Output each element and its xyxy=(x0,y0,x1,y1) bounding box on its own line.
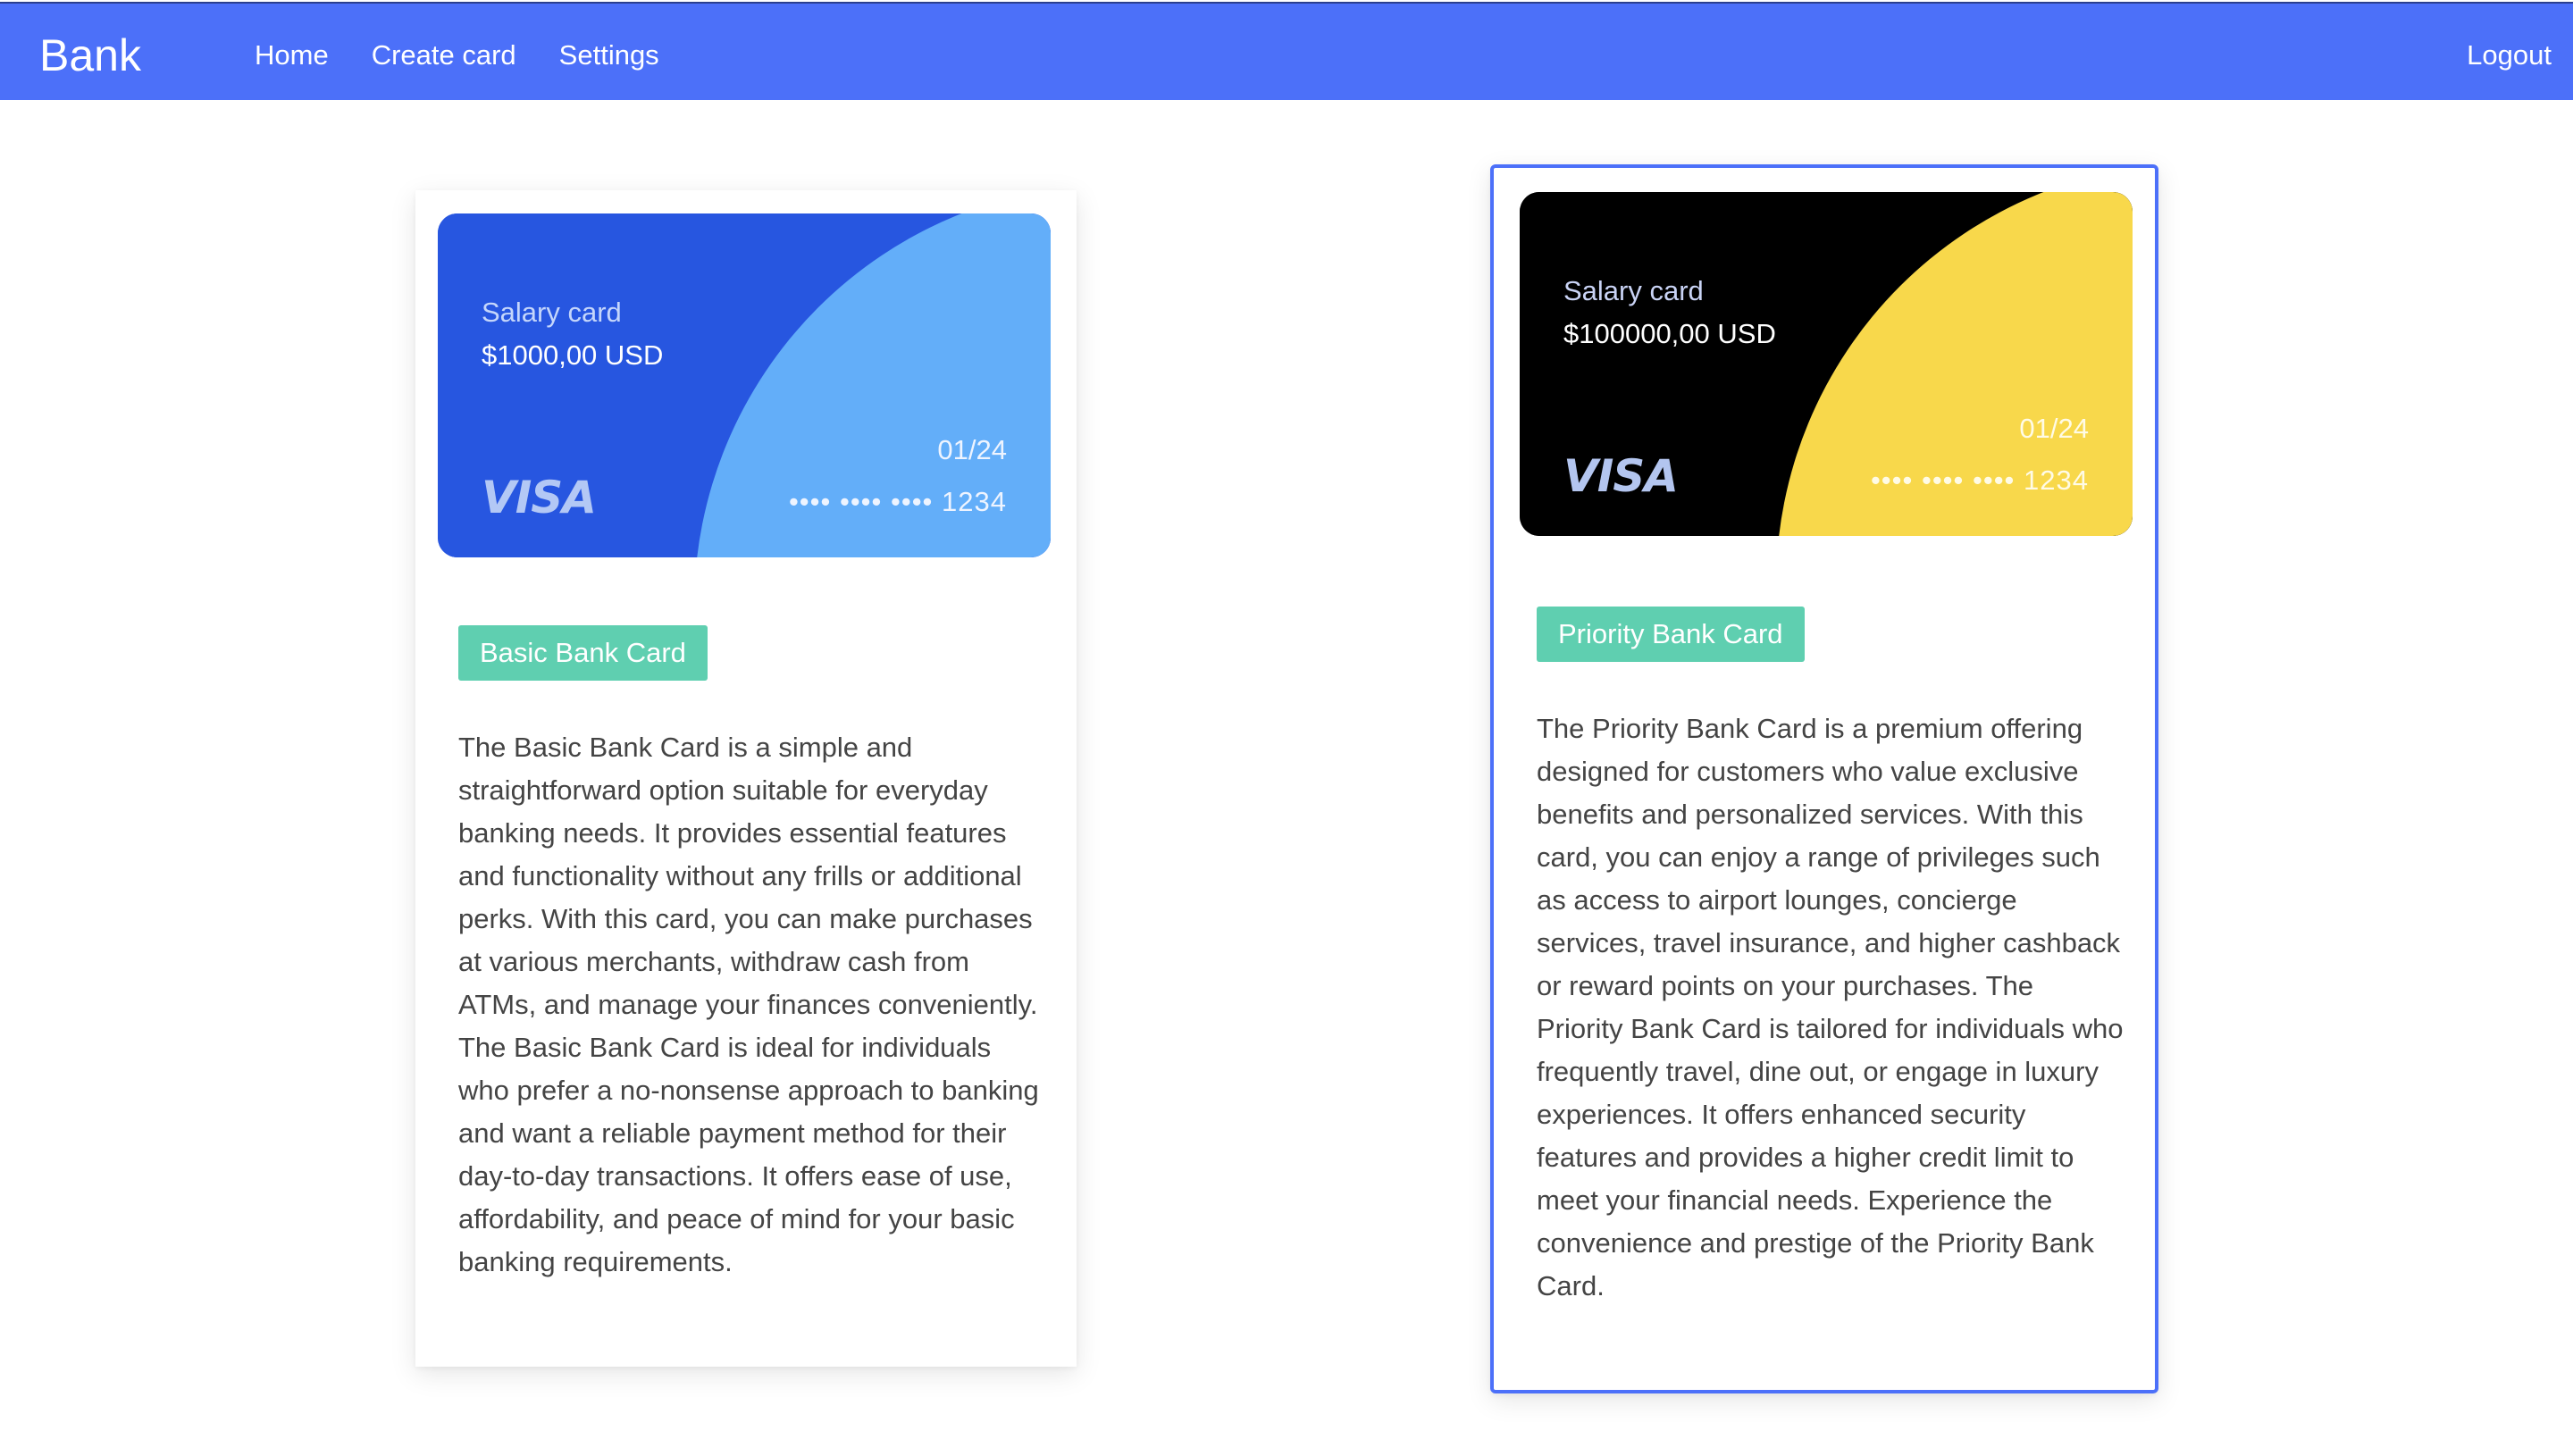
nav-links: Home Create card Settings xyxy=(255,38,659,73)
card-number: •••• •••• •••• 1234 xyxy=(788,486,1007,517)
bank-card-visual: Salary card $100000,00 USD 01/24 •••• ••… xyxy=(1520,192,2133,536)
card-expiry: 01/24 xyxy=(937,434,1007,465)
nav-settings-link[interactable]: Settings xyxy=(559,38,659,73)
bank-card-visual: Salary card $1000,00 USD 01/24 •••• ••••… xyxy=(438,213,1051,557)
card-type-badge: Basic Bank Card xyxy=(458,625,708,681)
nav-create-card-link[interactable]: Create card xyxy=(372,38,516,73)
priority-card-product[interactable]: Salary card $100000,00 USD 01/24 •••• ••… xyxy=(1490,164,2158,1393)
logout-link[interactable]: Logout xyxy=(2467,38,2552,73)
visa-logo: VISA xyxy=(1563,450,1679,502)
visa-logo: VISA xyxy=(482,472,597,523)
card-label: Salary card xyxy=(1563,275,1704,306)
card-amount: $100000,00 USD xyxy=(1563,318,1776,349)
card-label: Salary card xyxy=(482,297,622,328)
card-description: The Basic Bank Card is a simple and stra… xyxy=(458,732,1039,1277)
card-amount: $1000,00 USD xyxy=(482,339,664,371)
basic-card-product[interactable]: Salary card $1000,00 USD 01/24 •••• ••••… xyxy=(415,190,1077,1367)
brand-logo[interactable]: Bank xyxy=(39,29,141,82)
card-number: •••• •••• •••• 1234 xyxy=(1870,464,2089,496)
card-expiry: 01/24 xyxy=(2019,413,2089,444)
navbar: Bank Home Create card Settings Logout xyxy=(0,2,2573,100)
nav-home-link[interactable]: Home xyxy=(255,38,329,73)
card-description: The Priority Bank Card is a premium offe… xyxy=(1537,713,2124,1301)
card-type-badge: Priority Bank Card xyxy=(1537,607,1805,662)
